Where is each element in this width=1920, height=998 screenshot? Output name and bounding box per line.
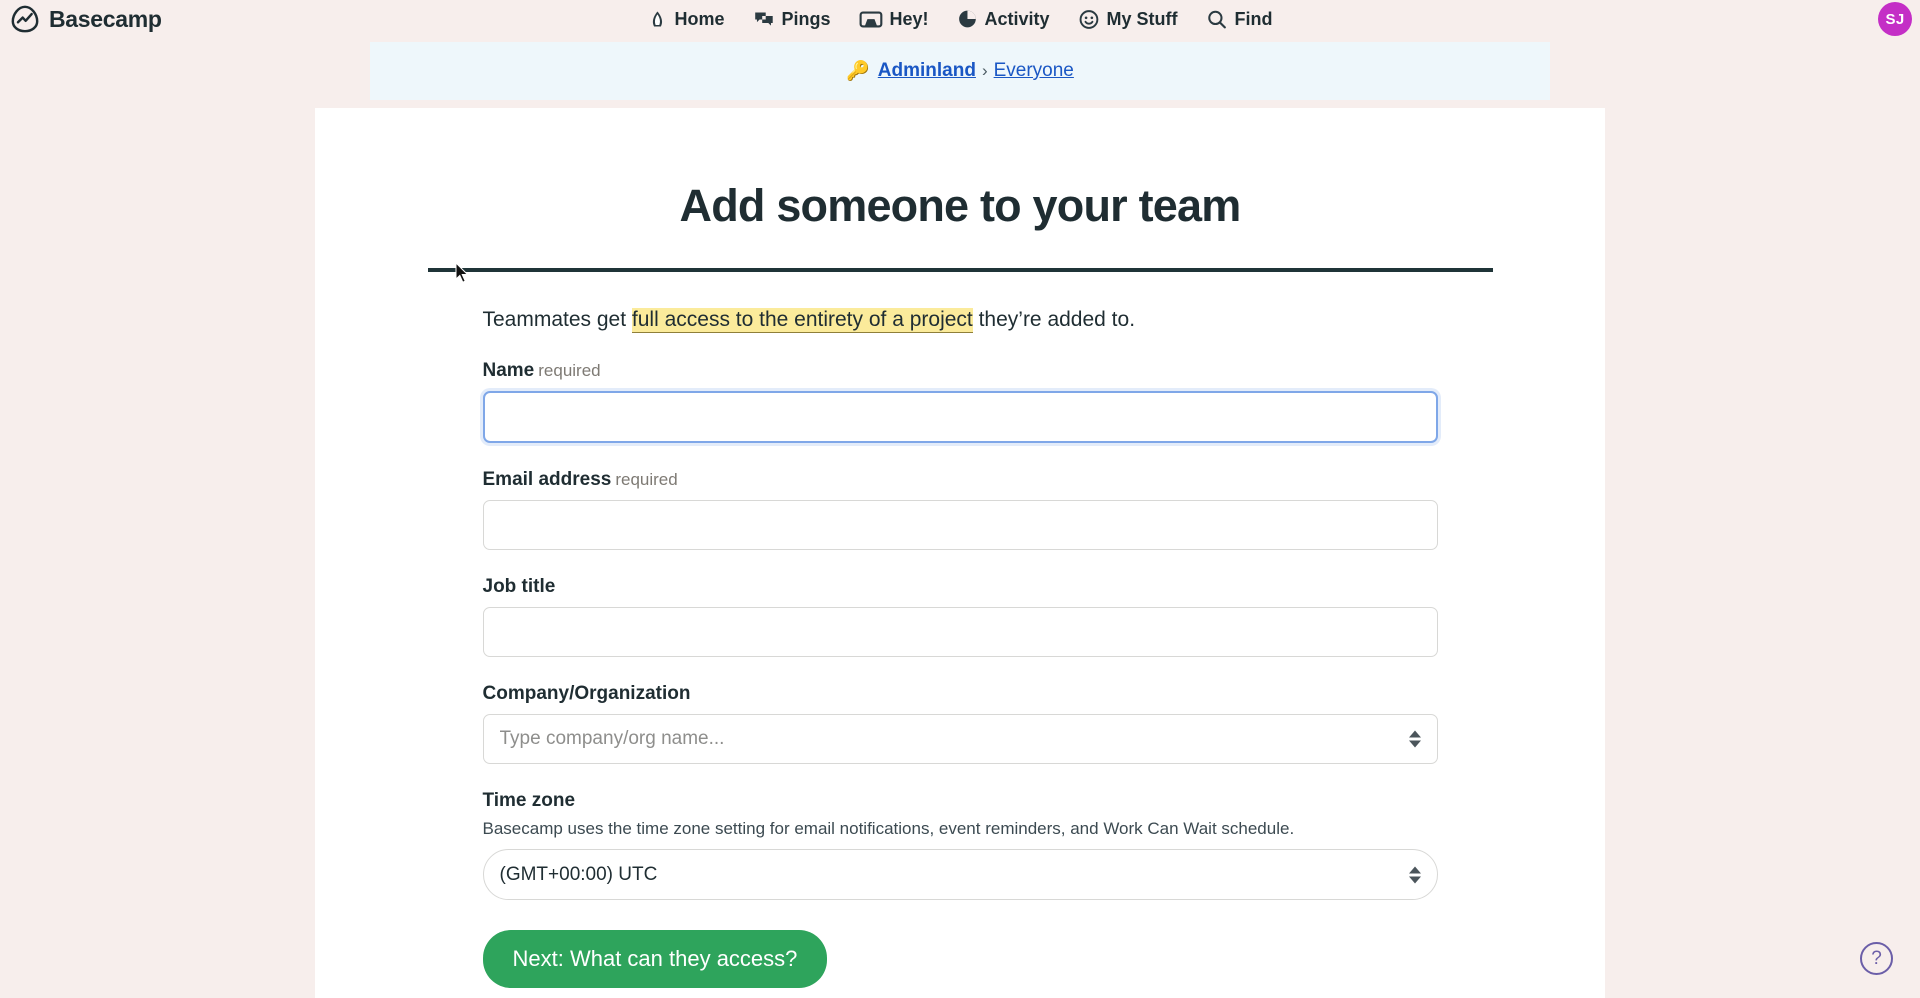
page-title: Add someone to your team <box>679 180 1242 231</box>
field-timezone: Time zone Basecamp uses the time zone se… <box>482 790 1438 901</box>
lead-text-highlight: full access to the entirety of a project <box>631 308 973 333</box>
add-person-form: Teammates get full access to the entiret… <box>482 272 1438 989</box>
add-person-card: Add someone to your team Teammates get f… <box>315 108 1605 998</box>
nav-item-label: Pings <box>781 8 831 29</box>
nav-item-my-stuff[interactable]: My Stuff <box>1079 9 1178 30</box>
name-input[interactable] <box>482 391 1438 444</box>
email-label: Email address required <box>483 469 1438 491</box>
primary-nav-links: Home Pings Hey! Activity My Stuff Find <box>647 0 1273 38</box>
nav-item-label: Hey! <box>889 8 929 29</box>
nav-item-hey[interactable]: Hey! <box>859 8 929 30</box>
lead-text: Teammates get full access to the entiret… <box>483 306 1438 334</box>
name-label: Name required <box>483 360 1438 382</box>
timezone-label: Time zone <box>482 790 576 812</box>
brand-name: Basecamp <box>49 5 162 32</box>
breadcrumb-item-adminland[interactable]: Adminland <box>878 60 976 82</box>
key-icon: 🔑 <box>846 60 870 82</box>
name-label-text: Name <box>482 360 535 382</box>
email-input[interactable] <box>482 500 1438 551</box>
help-button[interactable]: ? <box>1860 942 1893 975</box>
inbox-tray-icon <box>859 10 883 29</box>
chat-bubbles-icon <box>753 9 774 30</box>
breadcrumb-item-everyone[interactable]: Everyone <box>994 60 1074 82</box>
company-label: Company/Organization <box>482 683 691 705</box>
field-company: Company/Organization <box>482 683 1438 765</box>
nav-item-label: Home <box>674 8 725 29</box>
company-select-wrap <box>482 714 1438 765</box>
field-job-title: Job title <box>482 576 1438 658</box>
nav-item-find[interactable]: Find <box>1207 9 1273 30</box>
nav-item-label: Find <box>1234 8 1273 29</box>
field-email: Email address required <box>482 469 1438 551</box>
timezone-select[interactable] <box>482 849 1438 901</box>
breadcrumb: 🔑 Adminland › Everyone <box>846 60 1074 82</box>
avatar[interactable]: SJ <box>1878 2 1912 36</box>
job-title-label: Job title <box>482 576 556 598</box>
email-label-text: Email address <box>482 469 612 491</box>
smiley-face-icon <box>1079 9 1100 30</box>
nav-item-label: Activity <box>984 8 1050 29</box>
lead-text-after: they’re added to. <box>972 308 1136 331</box>
name-required-note: required <box>538 361 601 381</box>
search-icon <box>1207 9 1228 30</box>
top-navigation-bar: Basecamp Home Pings Hey! Activity My Stu… <box>0 0 1920 38</box>
home-icon <box>647 9 667 29</box>
pie-clock-icon <box>958 9 978 29</box>
field-name: Name required <box>482 360 1438 444</box>
timezone-select-wrap <box>482 849 1438 901</box>
email-required-note: required <box>615 470 678 490</box>
breadcrumb-panel: 🔑 Adminland › Everyone <box>370 42 1550 100</box>
company-input[interactable] <box>482 714 1438 765</box>
nav-item-label: My Stuff <box>1106 8 1178 29</box>
breadcrumb-separator: › <box>981 61 988 80</box>
lead-text-before: Teammates get <box>482 308 632 331</box>
brand-home-link[interactable]: Basecamp <box>10 0 162 38</box>
next-what-can-they-access-button[interactable]: Next: What can they access? <box>482 930 828 989</box>
nav-item-activity[interactable]: Activity <box>958 9 1050 30</box>
nav-item-home[interactable]: Home <box>647 9 724 30</box>
job-title-input[interactable] <box>482 607 1438 658</box>
timezone-help-text: Basecamp uses the time zone setting for … <box>482 819 1295 839</box>
basecamp-logo-icon <box>10 4 40 34</box>
nav-item-pings[interactable]: Pings <box>753 9 830 30</box>
